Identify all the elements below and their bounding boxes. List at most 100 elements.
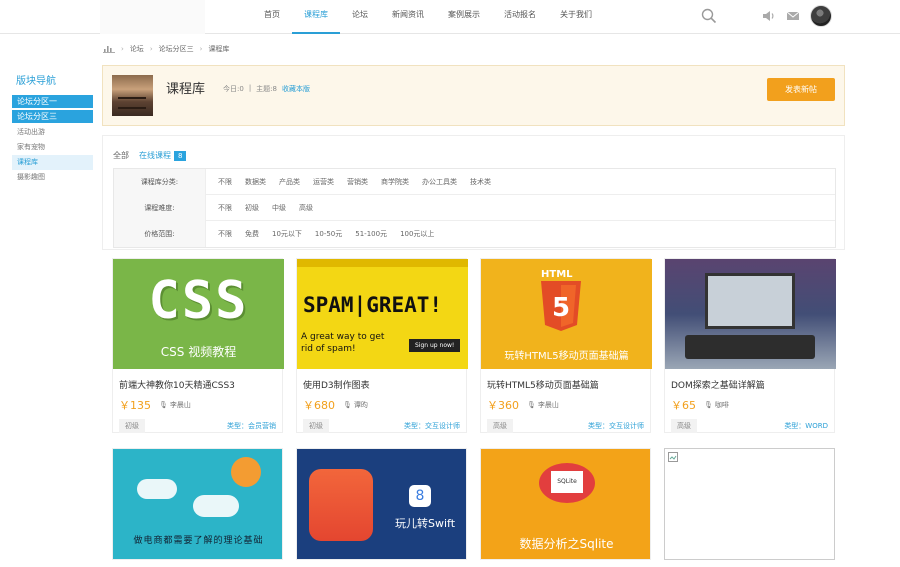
- filter-table: 课程库分类: 不限 数据类 产品类 运营类 营销类 商学院类 办公工具类 技术类…: [113, 168, 836, 248]
- forum-stats: 今日:0 | 主题:8 收藏本版: [223, 84, 310, 94]
- sidebar-item-photography[interactable]: 摄影趣图: [12, 170, 93, 185]
- filter-options: 不限 数据类 产品类 运营类 营销类 商学院类 办公工具类 技术类: [206, 177, 491, 187]
- course-title[interactable]: 使用D3制作图表: [303, 378, 466, 391]
- course-level: 高级: [487, 419, 513, 433]
- ios8-icon: 8: [409, 485, 431, 507]
- avatar[interactable]: [810, 5, 832, 27]
- microphone-icon: 🎙: [343, 401, 352, 409]
- nav-item-events[interactable]: 活动报名: [492, 0, 548, 34]
- thumb-monitor: [705, 273, 795, 329]
- filter-option[interactable]: 51-100元: [355, 229, 387, 239]
- course-footer: 高级 类型：WORD: [671, 419, 828, 433]
- filter-option[interactable]: 不限: [218, 229, 232, 239]
- filter-label: 课程难度:: [114, 194, 206, 221]
- filter-panel: 全部 在线课程 8 课程库分类: 不限 数据类 产品类 运营类 营销类 商学院类 …: [102, 135, 845, 250]
- breadcrumb-zone[interactable]: 论坛分区三: [159, 44, 194, 54]
- sidebar-head-zone-three[interactable]: 论坛分区三: [12, 110, 93, 123]
- filter-option[interactable]: 营销类: [347, 177, 368, 187]
- nav-item-about[interactable]: 关于我们: [548, 0, 604, 34]
- sidebar-item-course-library[interactable]: 课程库: [12, 155, 93, 170]
- sidebar-head-zone-one[interactable]: 论坛分区一: [12, 95, 93, 108]
- chart-icon[interactable]: [103, 43, 115, 55]
- sidebar-title: 版块导航: [16, 76, 56, 87]
- course-price: ￥680: [303, 399, 335, 412]
- logo-area[interactable]: [100, 0, 205, 34]
- sidebar-item-pets[interactable]: 家有宠物: [12, 140, 93, 155]
- filter-option[interactable]: 技术类: [470, 177, 491, 187]
- filter-label: 课程库分类:: [114, 168, 206, 195]
- filter-row-difficulty: 课程难度: 不限 初级 中级 高级: [114, 194, 835, 221]
- course-thumbnail[interactable]: HTML 5 玩转HTML5移动页面基础篇: [481, 259, 652, 369]
- course-meta: ￥65 🎙 咖啡: [671, 397, 834, 413]
- tab-all[interactable]: 全部: [113, 150, 129, 161]
- course-thumbnail[interactable]: SPAM|GREAT! A great way to get rid of sp…: [297, 259, 468, 369]
- filter-option[interactable]: 产品类: [279, 177, 300, 187]
- filter-option[interactable]: 免费: [245, 229, 259, 239]
- filter-options: 不限 初级 中级 高级: [206, 203, 313, 213]
- course-card[interactable]: HTML 5 玩转HTML5移动页面基础篇 玩转HTML5移动页面基础篇 ￥36…: [480, 258, 652, 433]
- thumb-caption: 数据分析之Sqlite: [519, 537, 614, 551]
- breadcrumb-separator: ›: [199, 45, 203, 53]
- stats-divider: |: [248, 84, 252, 92]
- filter-option[interactable]: 商学院类: [381, 177, 409, 187]
- breadcrumb: › 论坛 › 论坛分区三 › 课程库: [103, 43, 229, 55]
- nav-item-forum[interactable]: 论坛: [340, 0, 380, 34]
- nav-item-news[interactable]: 新闻资讯: [380, 0, 436, 34]
- course-teacher: 李晨山: [169, 401, 191, 409]
- filter-option[interactable]: 数据类: [245, 177, 266, 187]
- course-thumbnail[interactable]: [665, 259, 836, 369]
- course-card[interactable]: SQLite 数据分析之Sqlite: [480, 448, 651, 560]
- course-card[interactable]: 8 玩儿转Swift: [296, 448, 467, 560]
- course-card[interactable]: [664, 448, 835, 560]
- course-card[interactable]: DOM探索之基础详解篇 ￥65 🎙 咖啡 高级 类型：WORD: [664, 258, 836, 433]
- breadcrumb-current[interactable]: 课程库: [208, 44, 229, 54]
- thumb-stripe: [297, 259, 468, 267]
- course-thumbnail[interactable]: 8 玩儿转Swift: [297, 449, 466, 559]
- breadcrumb-forum[interactable]: 论坛: [130, 44, 144, 54]
- nav-item-course-library[interactable]: 课程库: [292, 0, 340, 34]
- filter-option[interactable]: 不限: [218, 203, 232, 213]
- filter-option[interactable]: 运营类: [313, 177, 334, 187]
- course-title[interactable]: 玩转HTML5移动页面基础篇: [487, 378, 650, 391]
- nav-item-cases[interactable]: 案例展示: [436, 0, 492, 34]
- course-type[interactable]: 类型：交互设计师: [588, 421, 644, 431]
- course-card[interactable]: CSS CSS 视频教程 前端大神教你10天精通CSS3 ￥135 🎙 李晨山 …: [112, 258, 284, 433]
- microphone-icon: 🎙: [704, 401, 713, 409]
- course-level: 高级: [671, 419, 697, 433]
- filter-option[interactable]: 高级: [299, 203, 313, 213]
- volume-icon[interactable]: [760, 7, 778, 25]
- course-type[interactable]: 类型：WORD: [784, 421, 828, 431]
- favorite-link[interactable]: 收藏本版: [282, 84, 310, 94]
- filter-option[interactable]: 中级: [272, 203, 286, 213]
- course-title[interactable]: DOM探索之基础详解篇: [671, 378, 834, 391]
- course-card[interactable]: SPAM|GREAT! A great way to get rid of sp…: [296, 258, 468, 433]
- mail-icon[interactable]: [784, 7, 802, 25]
- course-teacher: 谭昀: [353, 401, 368, 409]
- search-icon[interactable]: [700, 7, 718, 25]
- filter-option[interactable]: 办公工具类: [422, 177, 457, 187]
- thumb-caption: 做电商都需要了解的理论基础: [133, 536, 264, 546]
- filter-option[interactable]: 10元以下: [272, 229, 302, 239]
- course-thumbnail[interactable]: SQLite 数据分析之Sqlite: [481, 449, 650, 559]
- course-thumbnail[interactable]: 做电商都需要了解的理论基础: [113, 449, 282, 559]
- tab-online-wrap[interactable]: 在线课程 8: [139, 150, 187, 161]
- course-price: ￥65: [671, 399, 696, 412]
- course-type[interactable]: 类型：交互设计师: [404, 421, 460, 431]
- filter-option[interactable]: 10-50元: [315, 229, 342, 239]
- course-thumbnail[interactable]: CSS CSS 视频教程: [113, 259, 284, 369]
- sidebar-item-outings[interactable]: 活动出游: [12, 125, 93, 140]
- filter-option[interactable]: 100元以上: [400, 229, 434, 239]
- course-title[interactable]: 前端大神教你10天精通CSS3: [119, 378, 282, 391]
- broken-image-placeholder[interactable]: [665, 449, 834, 559]
- thumb-cloud: [137, 479, 177, 499]
- nav-item-home[interactable]: 首页: [252, 0, 292, 34]
- course-type[interactable]: 类型：会员营销: [227, 421, 276, 431]
- tab-online-courses[interactable]: 在线课程: [139, 151, 171, 160]
- filter-option[interactable]: 不限: [218, 177, 232, 187]
- thumb-logo-text: SPAM|GREAT!: [303, 293, 443, 317]
- filter-label: 价格范围:: [114, 221, 206, 247]
- new-post-button[interactable]: 发表新帖: [767, 78, 835, 101]
- course-card[interactable]: 做电商都需要了解的理论基础: [112, 448, 283, 560]
- filter-option[interactable]: 初级: [245, 203, 259, 213]
- course-teacher: 李晨山: [537, 401, 559, 409]
